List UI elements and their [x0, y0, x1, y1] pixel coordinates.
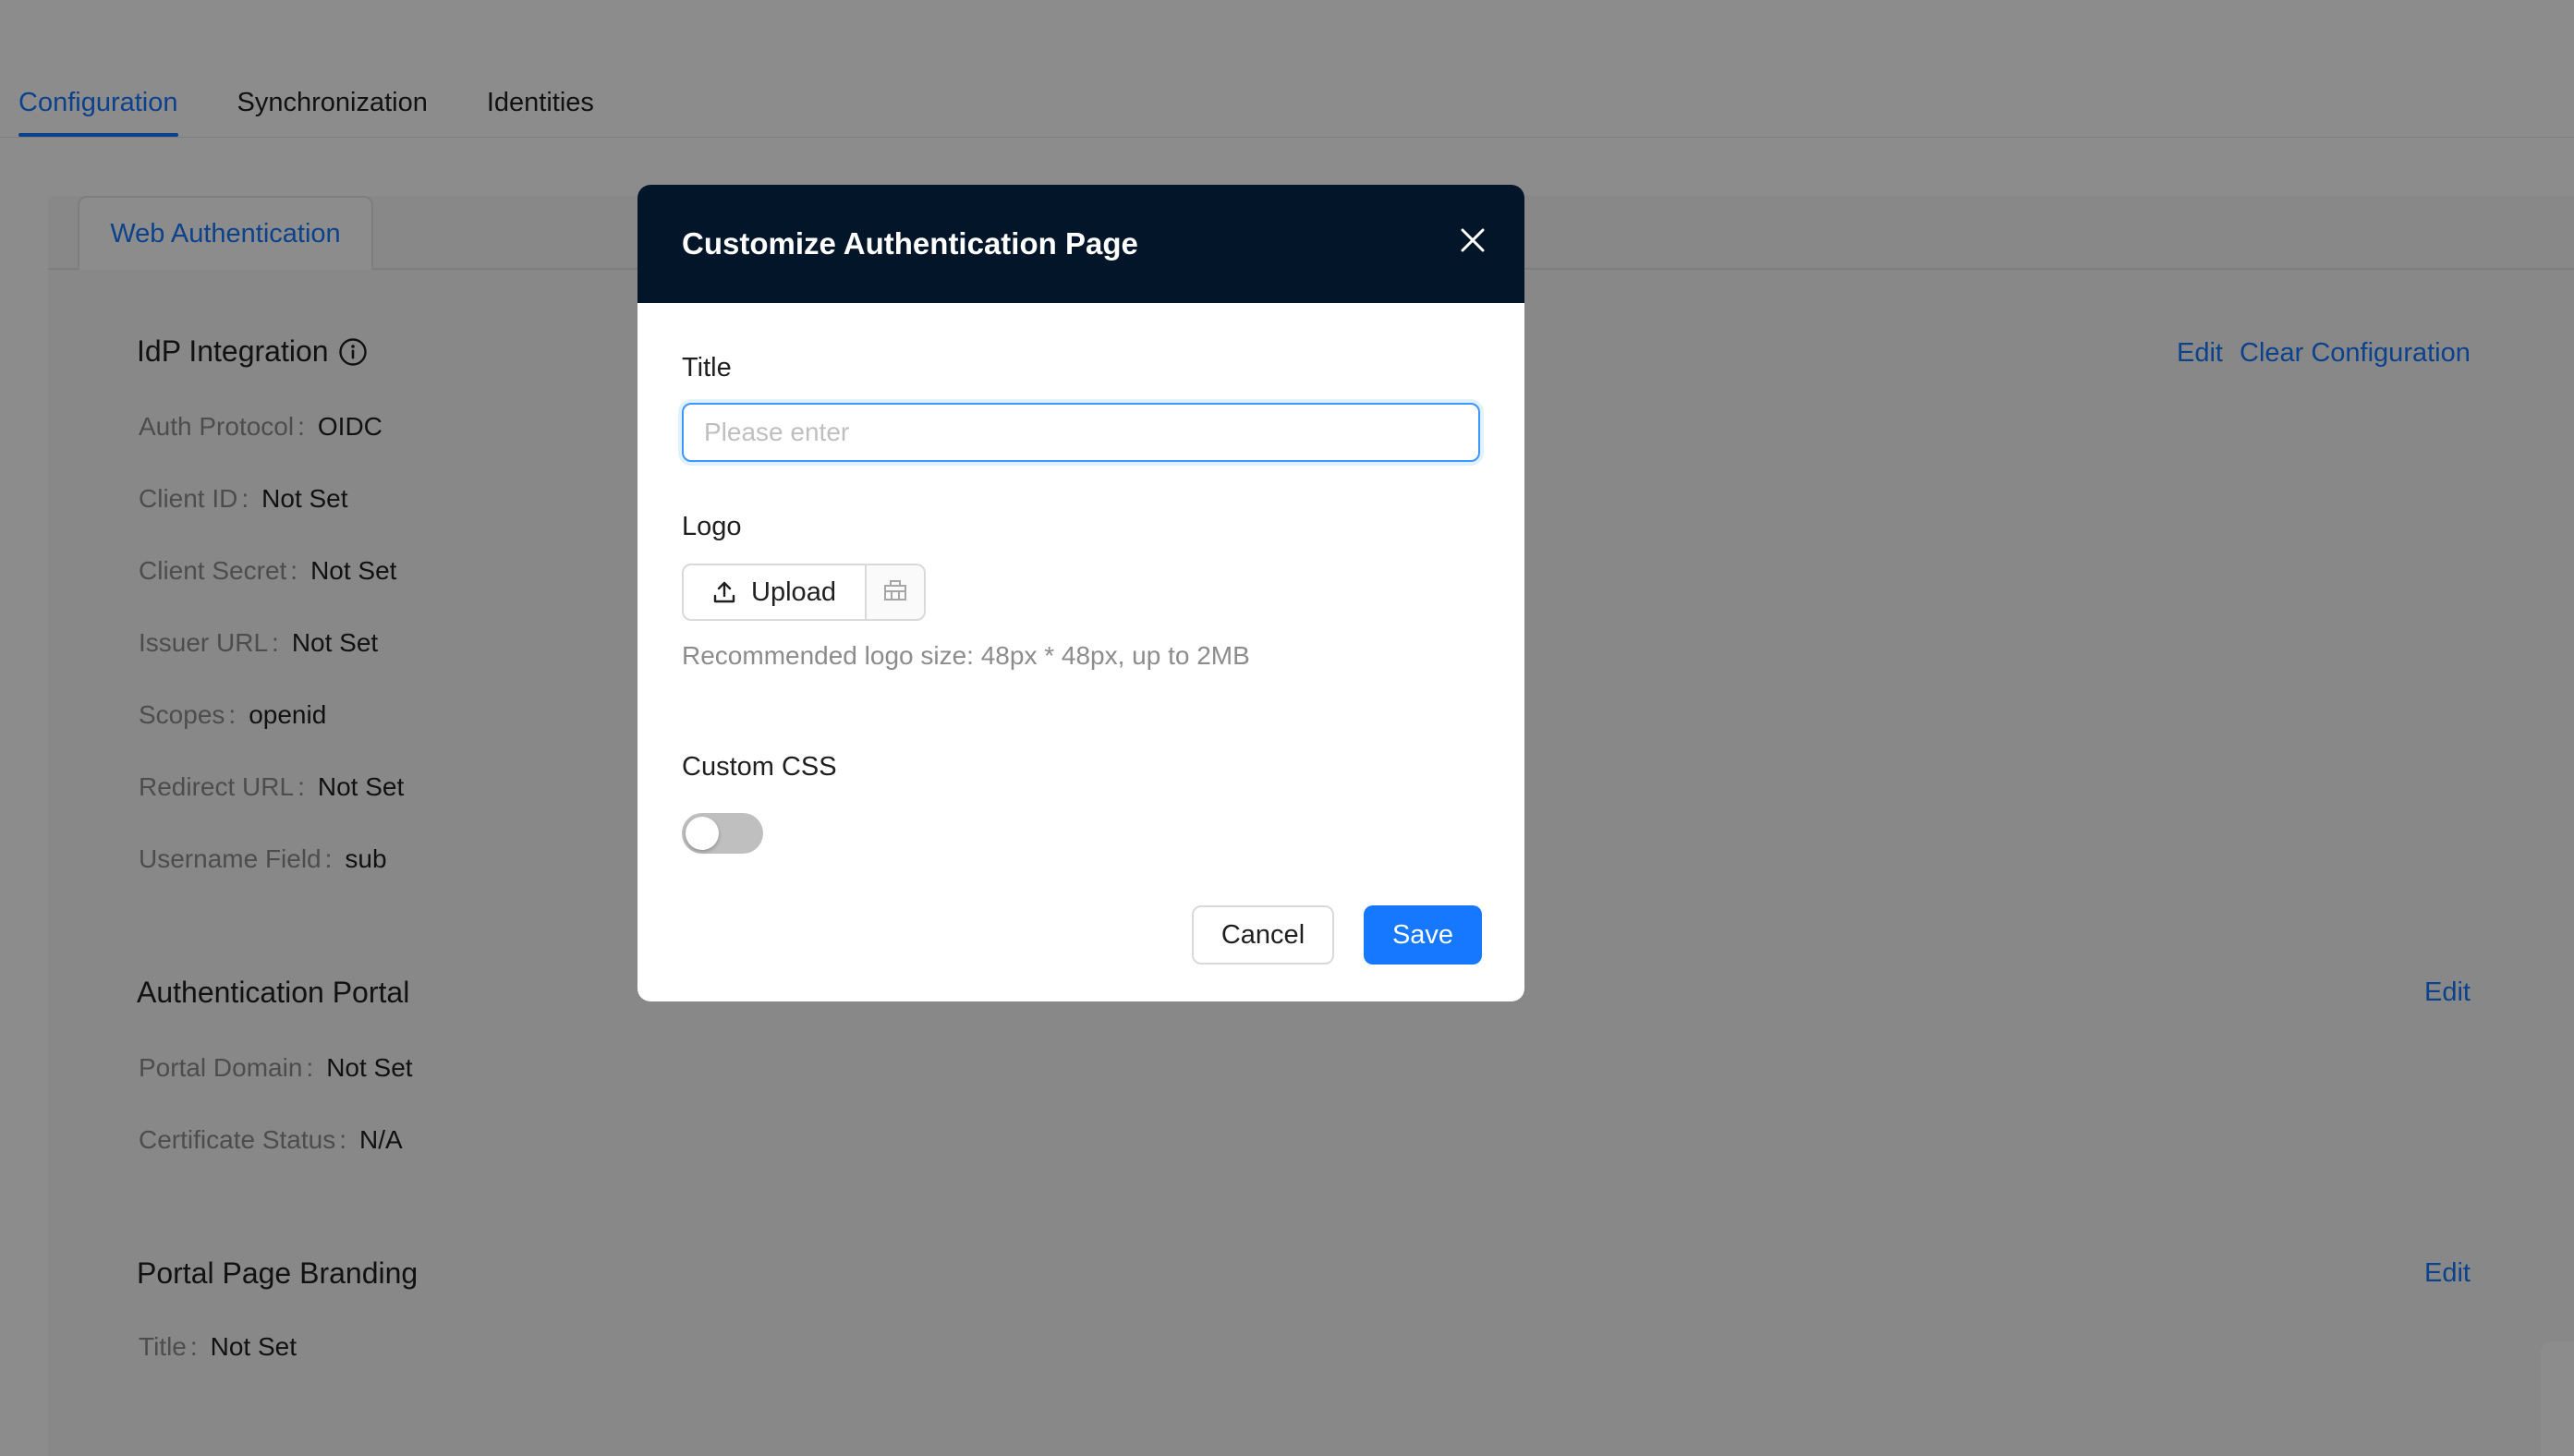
cancel-button[interactable]: Cancel	[1192, 905, 1334, 965]
logo-preview-button[interactable]	[867, 564, 926, 621]
logo-upload-group: Upload	[682, 564, 926, 621]
upload-icon	[712, 580, 736, 604]
image-placeholder-icon	[882, 577, 908, 608]
custom-css-toggle[interactable]	[682, 813, 763, 854]
upload-button[interactable]: Upload	[682, 564, 867, 621]
save-button[interactable]: Save	[1364, 905, 1482, 965]
logo-size-hint: Recommended logo size: 48px * 48px, up t…	[682, 641, 1250, 670]
toggle-knob	[686, 817, 719, 850]
title-field-label: Title	[682, 353, 732, 382]
upload-button-label: Upload	[751, 576, 836, 607]
dialog-header: Customize Authentication Page	[637, 185, 1524, 303]
title-input[interactable]	[682, 403, 1480, 462]
customize-auth-page-dialog: Customize Authentication Page Title Logo…	[637, 185, 1524, 1001]
close-icon[interactable]	[1454, 222, 1491, 259]
dialog-title: Customize Authentication Page	[682, 226, 1138, 261]
custom-css-label: Custom CSS	[682, 752, 837, 782]
logo-field-label: Logo	[682, 512, 742, 541]
